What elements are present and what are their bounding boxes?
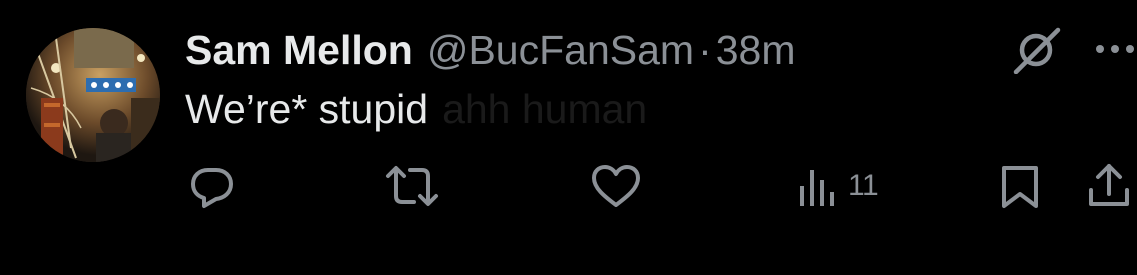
more-dots-icon[interactable]: [1092, 36, 1137, 62]
tweet-card[interactable]: Sam Mellon @BucFanSam · 38m We’re* stupi…: [0, 0, 1137, 275]
bar-chart-icon: [800, 170, 834, 206]
bookmark-button[interactable]: [998, 160, 1042, 212]
bookmark-icon: [1002, 166, 1038, 208]
retweet-button[interactable]: [384, 160, 440, 212]
reply-button[interactable]: [188, 160, 236, 212]
avatar[interactable]: [26, 28, 160, 162]
tweet-header: Sam Mellon @BucFanSam · 38m: [185, 22, 795, 78]
heart-icon: [592, 165, 640, 207]
tweet-body: We’re* stupid: [185, 86, 429, 132]
timestamp[interactable]: 38m: [716, 22, 796, 78]
tweet-text: We’re* stupid ahh human: [185, 83, 647, 135]
display-name[interactable]: Sam Mellon: [185, 22, 413, 78]
reply-bubble-icon: [191, 168, 233, 208]
like-button[interactable]: [590, 160, 642, 212]
share-button[interactable]: [1086, 160, 1132, 212]
retweet-icon: [386, 166, 438, 206]
views-button[interactable]: 11: [798, 160, 879, 212]
grok-slash-icon[interactable]: [1012, 26, 1064, 75]
share-icon: [1089, 164, 1129, 206]
separator-dot: ·: [698, 27, 712, 73]
views-count: 11: [848, 169, 879, 202]
user-handle[interactable]: @BucFanSam: [427, 22, 694, 78]
avatar-photo: [26, 28, 160, 162]
faded-text: ahh human: [442, 86, 648, 132]
